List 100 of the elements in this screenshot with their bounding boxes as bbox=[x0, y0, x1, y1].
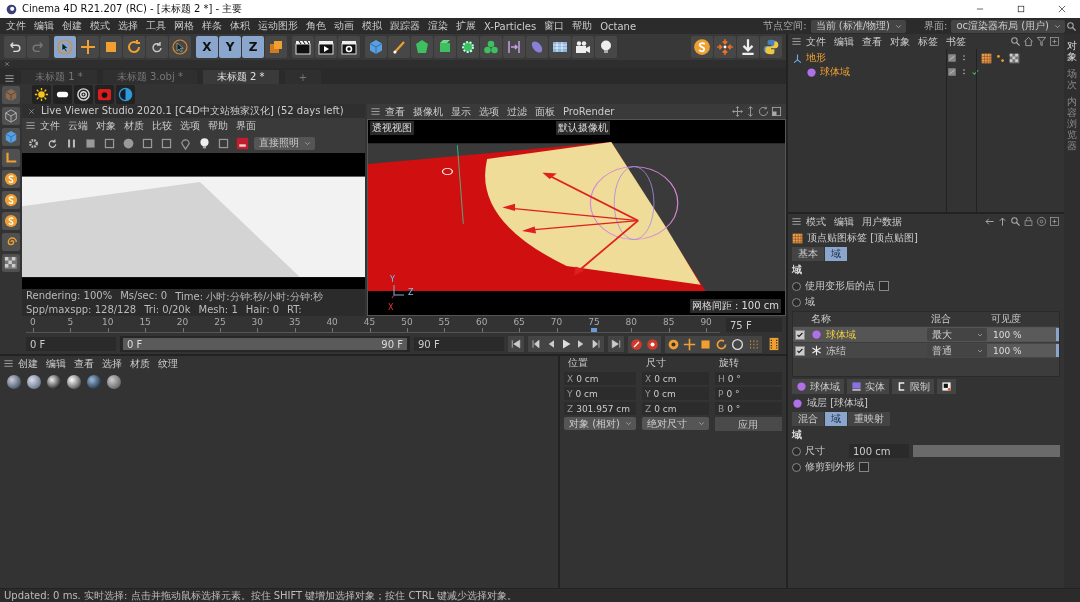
side-tab[interactable]: 内容浏览器 bbox=[1067, 96, 1077, 151]
menu-item[interactable]: 网格 bbox=[170, 19, 198, 33]
menu-item[interactable]: 选项 bbox=[475, 104, 503, 119]
axis-lock-button[interactable]: X bbox=[196, 36, 218, 58]
menu-item[interactable]: 材质 bbox=[126, 356, 154, 371]
document-tab[interactable]: 未标题 2 * bbox=[202, 70, 279, 84]
menu-item[interactable]: 过滤 bbox=[503, 104, 531, 119]
menu-item[interactable]: 查看 bbox=[858, 34, 886, 49]
attribute-tab[interactable]: 域 bbox=[825, 247, 847, 261]
size-field[interactable]: X 0 cm bbox=[642, 372, 709, 385]
menu-item[interactable]: 标签 bbox=[914, 34, 942, 49]
axis-lock-button[interactable]: Z bbox=[242, 36, 264, 58]
menu-item[interactable]: 选择 bbox=[114, 19, 142, 33]
add-field-button[interactable]: 球体域 bbox=[792, 379, 844, 394]
menu-item[interactable]: 编辑 bbox=[42, 356, 70, 371]
menu-item[interactable]: 帮助 bbox=[204, 118, 232, 133]
menu-item[interactable]: 扩展 bbox=[452, 19, 480, 33]
render-stat: Time: 小时:分钟:秒/小时:分钟:秒 bbox=[175, 290, 324, 304]
menu-item[interactable]: 模式 bbox=[802, 214, 830, 229]
size-mode-dropdown[interactable]: 绝对尺寸 bbox=[642, 417, 709, 430]
menu-item[interactable]: 查看 bbox=[381, 104, 409, 119]
menu-item[interactable]: Octane bbox=[596, 20, 641, 32]
menu-item[interactable]: 摄像机 bbox=[409, 104, 447, 119]
menu-item[interactable]: 渲染 bbox=[424, 19, 452, 33]
render-stat: Mesh: 1 bbox=[198, 304, 238, 315]
axis-lock-button[interactable]: Y bbox=[219, 36, 241, 58]
position-field[interactable]: X 0 cm bbox=[564, 372, 636, 385]
menu-item[interactable]: 文件 bbox=[36, 118, 64, 133]
menu-item[interactable]: 动画 bbox=[330, 19, 358, 33]
menu-item[interactable]: 编辑 bbox=[830, 34, 858, 49]
menu-item[interactable]: 跟踪器 bbox=[386, 19, 424, 33]
attribute-tab[interactable]: 重映射 bbox=[848, 412, 890, 426]
grid-spacing-label: 网格间距 : 100 cm bbox=[689, 299, 781, 313]
menu-item[interactable]: ProRender bbox=[559, 106, 619, 117]
apply-button[interactable]: 应用 bbox=[715, 417, 782, 431]
menu-item[interactable]: 面板 bbox=[531, 104, 559, 119]
attribute-tab[interactable]: 基本 bbox=[792, 247, 824, 261]
menu-item[interactable]: 文件 bbox=[2, 19, 30, 33]
menu-item[interactable]: 对象 bbox=[886, 34, 914, 49]
size-field[interactable]: Z 0 cm bbox=[642, 402, 709, 415]
visibility-field[interactable]: 100 % bbox=[987, 328, 1059, 341]
render-mode-dropdown[interactable]: 直接照明 bbox=[254, 136, 315, 150]
menu-item[interactable]: 运动图形 bbox=[254, 19, 302, 33]
menu-item[interactable]: 创建 bbox=[14, 356, 42, 371]
menu-item[interactable]: 角色 bbox=[302, 19, 330, 33]
menu-item[interactable]: 选项 bbox=[176, 118, 204, 133]
menu-item[interactable]: 编辑 bbox=[30, 19, 58, 33]
visibility-field[interactable]: 100 % bbox=[987, 344, 1059, 357]
position-field[interactable]: Y 0 cm bbox=[564, 387, 636, 400]
menu-item[interactable]: 比较 bbox=[148, 118, 176, 133]
add-field-button[interactable]: 限制 bbox=[892, 379, 934, 394]
menu-item[interactable]: 纹理 bbox=[154, 356, 182, 371]
menu-item[interactable]: 书签 bbox=[942, 34, 970, 49]
rotation-field[interactable]: P 0 ° bbox=[715, 387, 782, 400]
menu-item[interactable]: 显示 bbox=[447, 104, 475, 119]
size-field[interactable]: 100 cm bbox=[849, 444, 909, 458]
object-name[interactable]: 球体域 bbox=[820, 65, 850, 79]
object-name[interactable]: 地形 bbox=[806, 51, 826, 65]
frame-tick-label: 65 bbox=[513, 317, 525, 327]
position-field[interactable]: Z 301.957 cm bbox=[564, 402, 636, 415]
menu-item[interactable]: 样条 bbox=[198, 19, 226, 33]
frame-tick-label: 30 bbox=[251, 317, 264, 327]
rotation-field[interactable]: B 0 ° bbox=[715, 402, 782, 415]
option-label: 修剪到外形 bbox=[805, 460, 855, 474]
menu-item[interactable]: 查看 bbox=[70, 356, 98, 371]
current-frame-field[interactable]: 75 F bbox=[726, 318, 782, 332]
attribute-tab[interactable]: 混合 bbox=[792, 412, 824, 426]
camera-label[interactable]: 默认摄像机 bbox=[555, 121, 610, 135]
node-space-dropdown[interactable]: 当前 (标准/物理) bbox=[810, 19, 906, 33]
menu-item[interactable]: 对象 bbox=[92, 118, 120, 133]
menu-item[interactable]: 界面 bbox=[232, 118, 260, 133]
menu-item[interactable]: 编辑 bbox=[830, 214, 858, 229]
field-row[interactable]: 球体域 最大 100 % bbox=[793, 327, 1059, 342]
menu-item[interactable]: 体积 bbox=[226, 19, 254, 33]
menu-item[interactable]: 工具 bbox=[142, 19, 170, 33]
menu-item[interactable]: 模式 bbox=[86, 19, 114, 33]
menu-item[interactable]: 创建 bbox=[58, 19, 86, 33]
menu-item[interactable]: 选择 bbox=[98, 356, 126, 371]
menu-item[interactable]: 用户数据 bbox=[858, 214, 906, 229]
timeline-ruler[interactable]: 0 5 10 15 20 25 30 35 40 45 50 55 60 65 70 75 80 85 90 bbox=[26, 317, 720, 333]
start-frame-field[interactable]: 0 F bbox=[26, 337, 116, 351]
menu-item[interactable]: 云端 bbox=[64, 118, 92, 133]
rotation-field[interactable]: H 0 ° bbox=[715, 372, 782, 385]
attribute-tab[interactable]: 域 bbox=[825, 412, 847, 426]
menu-item[interactable]: 模拟 bbox=[358, 19, 386, 33]
menu-item[interactable]: 材质 bbox=[120, 118, 148, 133]
menu-item[interactable]: X-Particles bbox=[480, 20, 541, 32]
layout-dropdown[interactable]: oc渲染器布局 (用户) bbox=[951, 19, 1065, 33]
field-row[interactable]: 冻结 普通 100 % bbox=[793, 343, 1059, 358]
size-field[interactable]: Y 0 cm bbox=[642, 387, 709, 400]
blend-dropdown[interactable]: 最大 bbox=[927, 328, 987, 341]
end-frame-field[interactable]: 90 F bbox=[414, 337, 504, 351]
menu-item[interactable]: 文件 bbox=[802, 34, 830, 49]
coordinate-mode-dropdown[interactable]: 对象 (相对) bbox=[564, 417, 636, 430]
frame-tick-label: 85 bbox=[663, 317, 675, 327]
add-field-button[interactable]: 实体 bbox=[847, 379, 889, 394]
side-tab[interactable]: 对象 bbox=[1067, 40, 1077, 62]
menu-item[interactable]: 帮助 bbox=[568, 19, 597, 33]
menu-item[interactable]: 窗口 bbox=[540, 19, 569, 33]
side-tab[interactable]: 场次 bbox=[1067, 68, 1077, 90]
